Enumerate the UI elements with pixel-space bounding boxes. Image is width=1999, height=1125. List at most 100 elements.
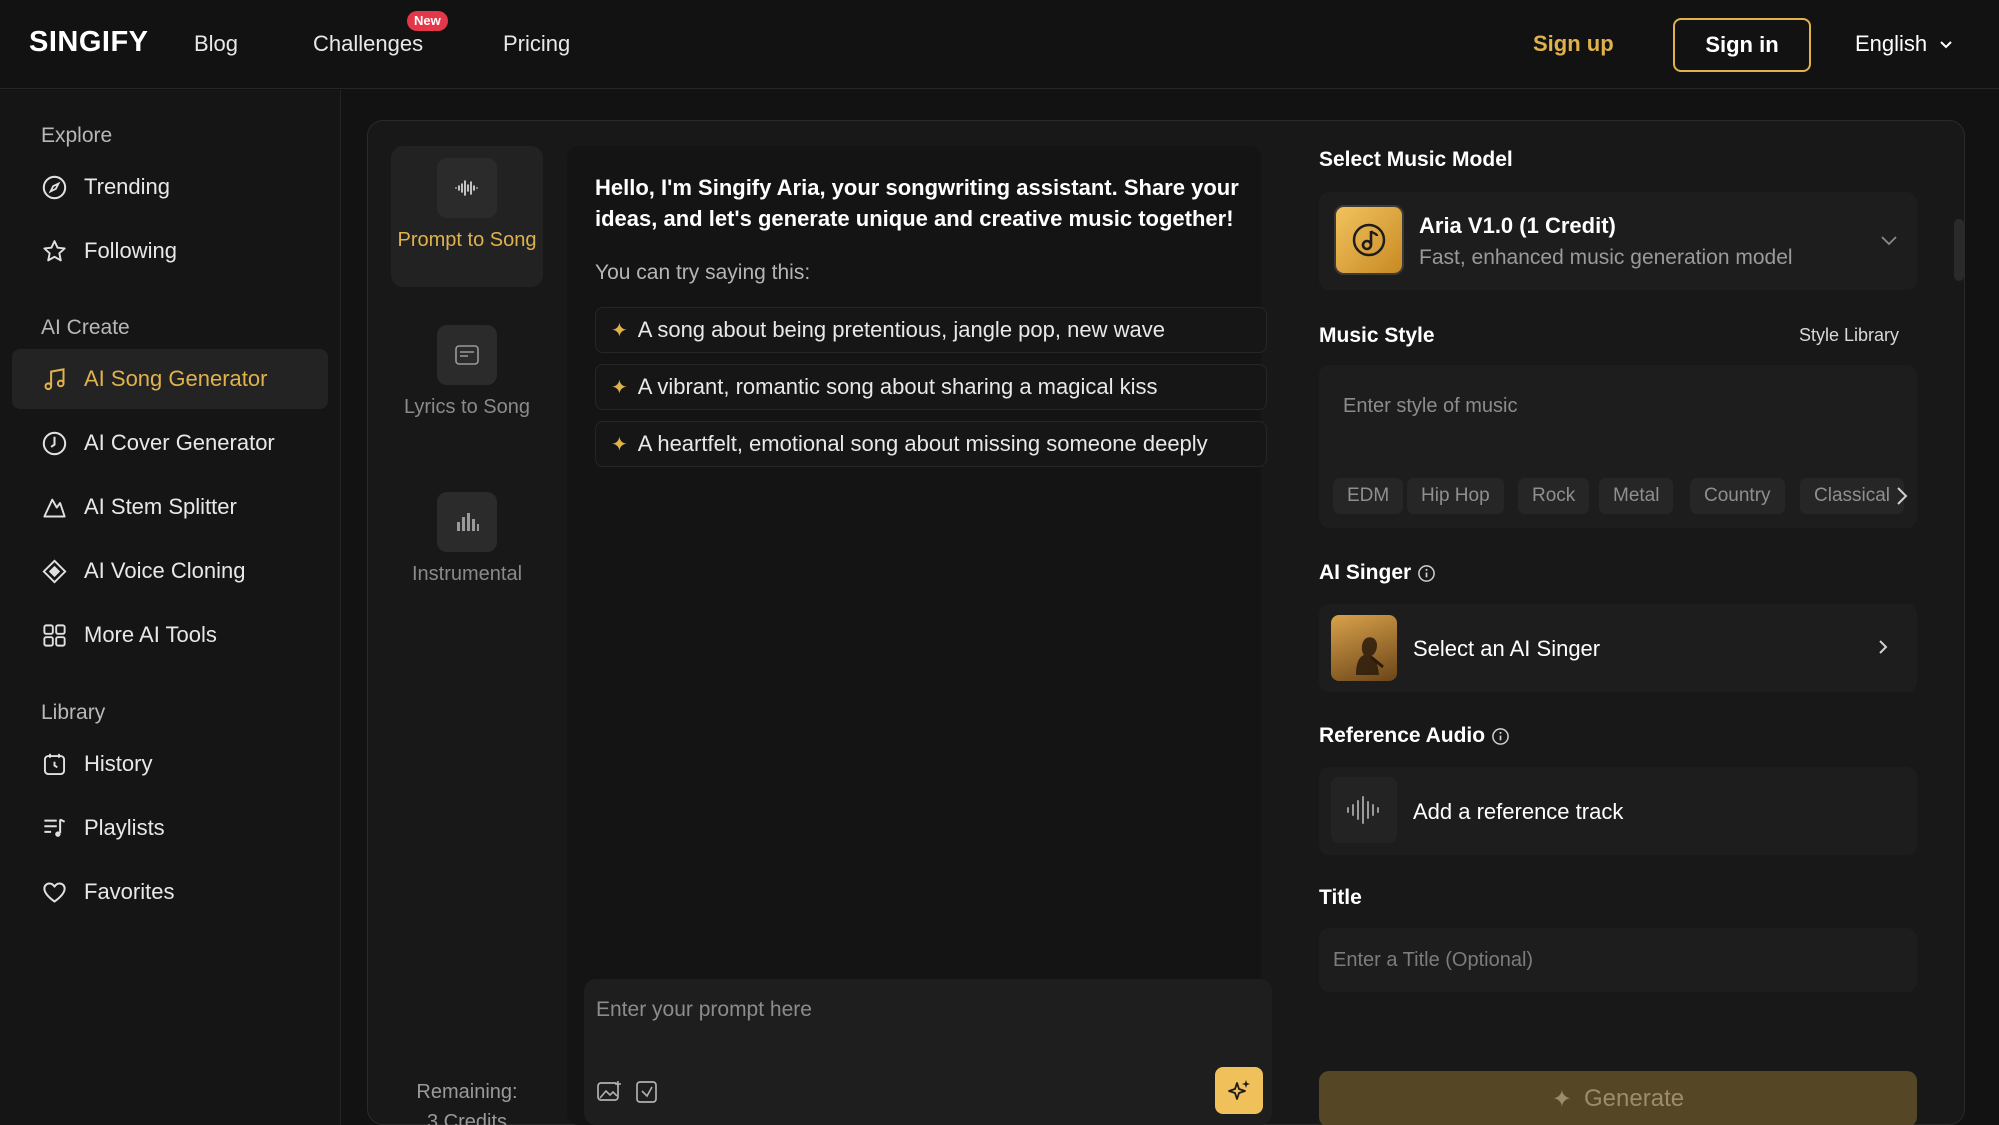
select-singer-text: Select an AI Singer bbox=[1413, 636, 1601, 661]
grid-icon bbox=[43, 623, 66, 647]
sidebar-section-ai-create: AI Create bbox=[41, 316, 130, 339]
compass-icon bbox=[42, 175, 67, 199]
sidebar-section-explore: Explore bbox=[41, 124, 113, 147]
sidebar-item-label: AI Cover Generator bbox=[84, 430, 275, 455]
mode-label: Lyrics to Song bbox=[404, 396, 530, 418]
singer-silhouette-icon bbox=[1356, 637, 1384, 675]
generate-label: Generate bbox=[1584, 1085, 1685, 1112]
sidebar-item-favorites[interactable]: Favorites bbox=[12, 862, 328, 922]
sidebar-item-label: AI Song Generator bbox=[84, 366, 268, 391]
suggestion-chip[interactable]: ✦ A heartfelt, emotional song about miss… bbox=[595, 421, 1267, 467]
scrollbar[interactable] bbox=[1954, 219, 1964, 281]
sidebar-item-more-ai-tools[interactable]: More AI Tools bbox=[12, 605, 328, 665]
chevron-down-icon bbox=[1940, 41, 1952, 49]
mode-icon-box bbox=[437, 325, 497, 385]
style-tag[interactable]: Hip Hop bbox=[1407, 478, 1504, 514]
sparkle-icon: ✦ bbox=[611, 319, 628, 342]
chevron-down-icon bbox=[1881, 236, 1897, 246]
waveform-icon bbox=[455, 180, 478, 196]
stem-splitter-icon bbox=[43, 498, 66, 517]
ai-singer-text: AI Singer bbox=[1319, 561, 1412, 584]
sidebar-section-library: Library bbox=[41, 701, 106, 724]
mode-icon-box bbox=[437, 492, 497, 552]
suggestion-chip[interactable]: ✦ A vibrant, romantic song about sharing… bbox=[595, 364, 1267, 410]
select-model-text: Select Music Model bbox=[1319, 148, 1513, 171]
sidebar-item-ai-voice-cloning[interactable]: AI Voice Cloning bbox=[12, 541, 328, 601]
sidebar-item-label: History bbox=[84, 751, 153, 776]
info-icon[interactable] bbox=[1417, 564, 1436, 583]
mode-instrumental[interactable]: Instrumental bbox=[391, 480, 543, 590]
reference-audio-label: Reference Audio bbox=[1319, 724, 1510, 748]
model-name: Aria V1.0 (1 Credit) bbox=[1419, 213, 1616, 238]
sidebar-item-label: Following bbox=[84, 238, 177, 263]
suggestion-text: A vibrant, romantic song about sharing a… bbox=[637, 374, 1158, 399]
logo[interactable]: SINGIFY bbox=[29, 26, 149, 59]
sidebar-item-label: AI Voice Cloning bbox=[84, 558, 246, 583]
sign-in-button[interactable]: Sign in bbox=[1673, 18, 1811, 72]
info-icon[interactable] bbox=[1491, 727, 1510, 746]
ai-singer-selector[interactable] bbox=[1319, 604, 1917, 692]
select-model-label: Select Music Model bbox=[1319, 148, 1513, 172]
music-note-icon bbox=[44, 367, 65, 390]
sidebar-item-ai-cover-generator[interactable]: AI Cover Generator bbox=[12, 413, 328, 473]
mode-label: Instrumental bbox=[411, 563, 523, 585]
language-selector[interactable]: English bbox=[1855, 31, 1953, 57]
cover-disc-icon bbox=[42, 431, 67, 455]
title-input[interactable] bbox=[1319, 928, 1917, 992]
singer-avatar bbox=[1331, 615, 1397, 681]
style-tag[interactable]: Rock bbox=[1518, 478, 1590, 514]
assistant-greeting: Hello, I'm Singify Aria, your songwritin… bbox=[595, 175, 1239, 231]
add-reference-text: Add a reference track bbox=[1413, 799, 1624, 824]
nav-challenges-link[interactable]: Challenges bbox=[313, 31, 423, 57]
sidebar-item-label: Trending bbox=[84, 174, 171, 199]
sparkle-icon: ✦ bbox=[611, 376, 628, 399]
sidebar-item-history[interactable]: History bbox=[12, 734, 328, 794]
try-saying-label: You can try saying this: bbox=[595, 261, 811, 284]
waveform-icon bbox=[1347, 796, 1379, 824]
sparkle-icon: ✦ bbox=[611, 433, 628, 456]
sidebar-item-playlists[interactable]: Playlists bbox=[12, 798, 328, 858]
playlist-icon bbox=[44, 818, 66, 837]
model-selector[interactable] bbox=[1319, 192, 1917, 290]
ref-icon-box bbox=[1331, 777, 1397, 843]
magic-generate-button[interactable] bbox=[1215, 1067, 1263, 1114]
prompt-input[interactable] bbox=[596, 990, 1196, 1030]
sidebar-item-ai-song-generator[interactable]: AI Song Generator bbox=[12, 349, 328, 409]
suggestion-text: A song about being pretentious, jangle p… bbox=[637, 317, 1165, 342]
title-text: Title bbox=[1319, 886, 1362, 909]
lyrics-icon bbox=[455, 345, 479, 365]
sparkle-icon: ✦ bbox=[1551, 1085, 1573, 1113]
suggestion-chip[interactable]: ✦ A song about being pretentious, jangle… bbox=[595, 307, 1267, 353]
sidebar-item-label: Playlists bbox=[84, 815, 165, 840]
style-tag[interactable]: Metal bbox=[1599, 478, 1674, 514]
mode-prompt-to-song[interactable]: Prompt to Song bbox=[391, 146, 543, 287]
mode-icon-box bbox=[437, 158, 497, 218]
style-tag[interactable]: EDM bbox=[1333, 478, 1404, 514]
sidebar-item-trending[interactable]: Trending bbox=[12, 157, 328, 217]
star-icon bbox=[43, 239, 66, 261]
generate-button[interactable]: ✦ Generate bbox=[1319, 1071, 1917, 1125]
style-tag[interactable]: Classical bbox=[1800, 478, 1905, 514]
reference-audio-text: Reference Audio bbox=[1319, 724, 1486, 747]
mode-lyrics-to-song[interactable]: Lyrics to Song bbox=[391, 313, 543, 453]
sign-up-link[interactable]: Sign up bbox=[1533, 31, 1614, 57]
model-icon bbox=[1334, 205, 1404, 275]
equalizer-icon bbox=[457, 513, 479, 531]
style-input[interactable] bbox=[1343, 390, 1883, 422]
style-library-link[interactable]: Style Library bbox=[1799, 325, 1899, 346]
diamond-icon bbox=[42, 558, 67, 584]
sparkle-icon bbox=[1228, 1079, 1250, 1100]
chevron-right-icon[interactable] bbox=[1895, 485, 1909, 507]
new-badge: New bbox=[407, 11, 448, 31]
image-upload-icon[interactable] bbox=[595, 1078, 623, 1106]
file-upload-icon[interactable] bbox=[633, 1078, 661, 1106]
style-tag[interactable]: Country bbox=[1690, 478, 1785, 514]
nav-pricing-link[interactable]: Pricing bbox=[503, 31, 570, 57]
sidebar-item-following[interactable]: Following bbox=[12, 221, 328, 281]
title-label: Title bbox=[1319, 886, 1362, 910]
sidebar-item-label: AI Stem Splitter bbox=[84, 494, 237, 519]
sidebar-item-ai-stem-splitter[interactable]: AI Stem Splitter bbox=[12, 477, 328, 537]
top-nav: SINGIFY Blog Challenges New Pricing Sign… bbox=[0, 0, 1999, 89]
music-note-icon bbox=[1352, 223, 1386, 257]
nav-blog-link[interactable]: Blog bbox=[194, 31, 238, 57]
